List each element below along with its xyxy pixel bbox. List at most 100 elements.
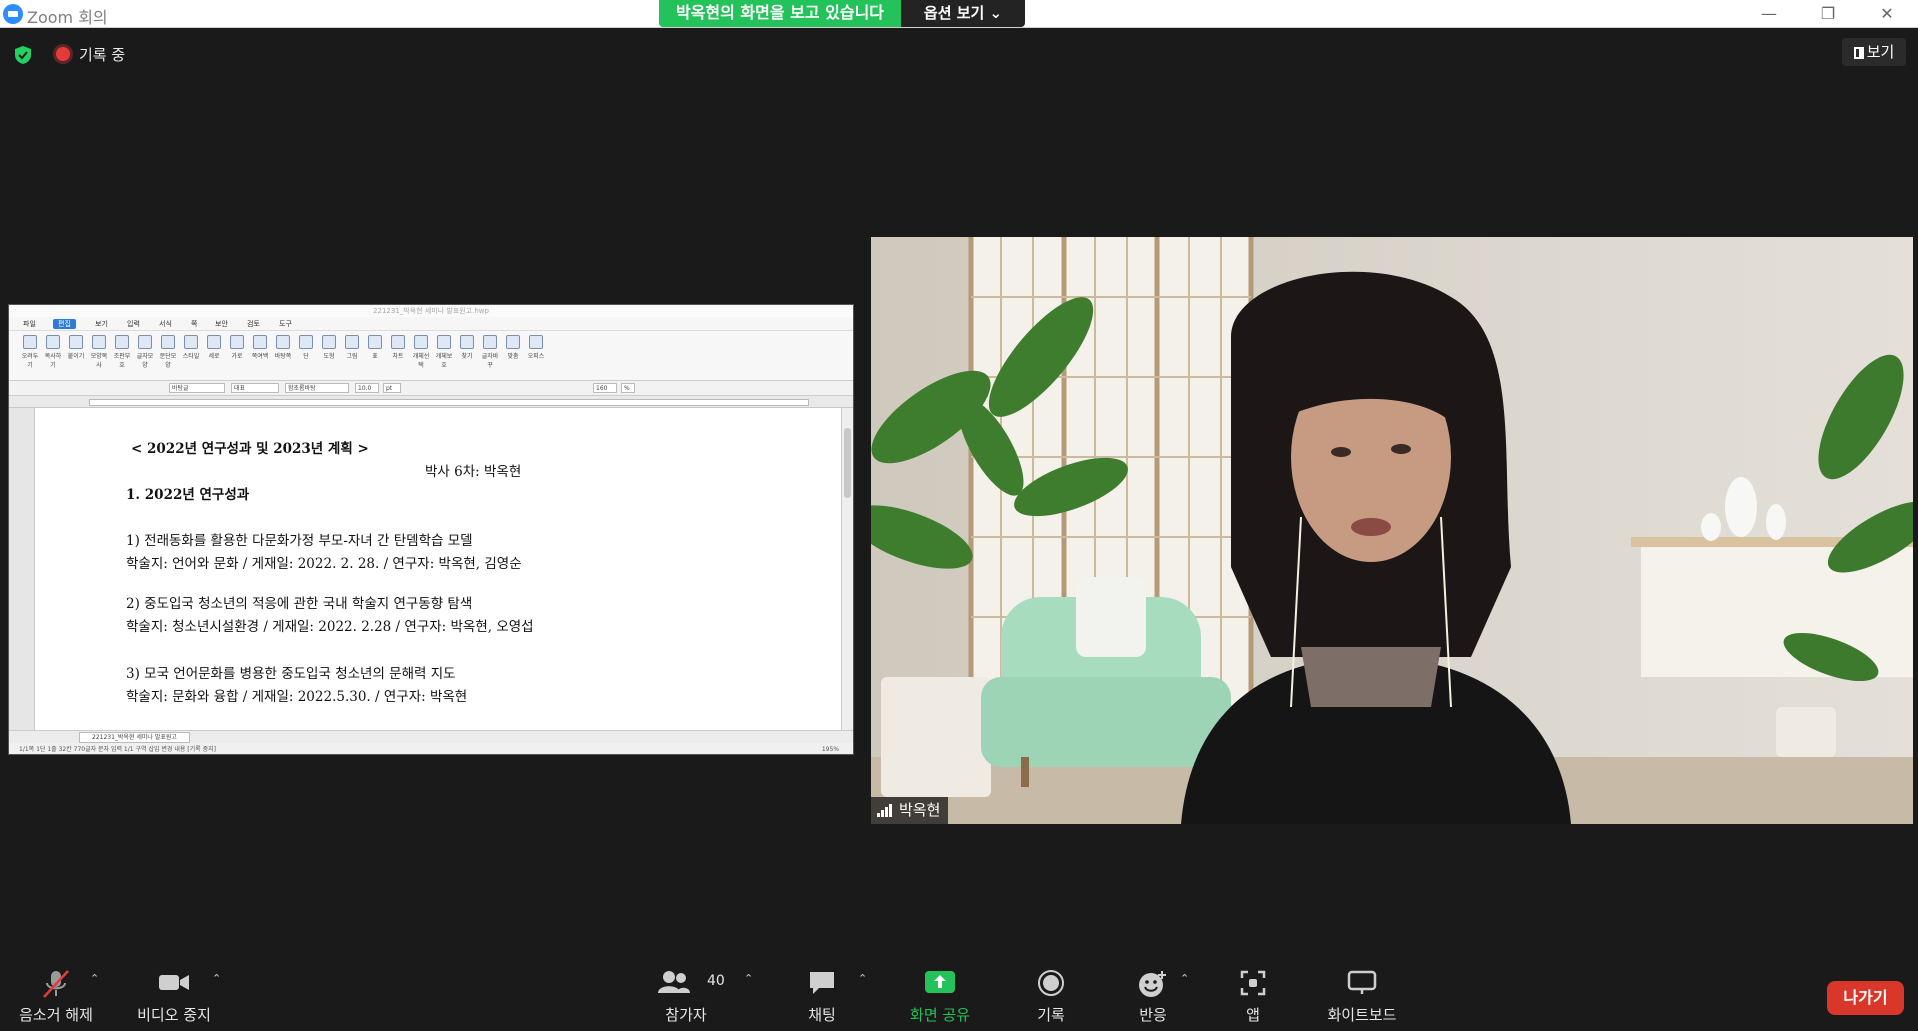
unmute-label: 음소거 해제: [19, 1006, 93, 1024]
ruler-scale: [89, 399, 809, 406]
ribbon-tool-8[interactable]: 세로: [203, 335, 225, 360]
participants-button[interactable]: 40 참가자: [650, 955, 725, 1031]
ribbon-tool-12[interactable]: 단: [295, 335, 317, 360]
ribbon-tool-icon: [92, 335, 106, 349]
document-section-title: 1. 2022년 연구성과: [126, 487, 250, 503]
zoom-meeting-window: Zoom 회의 박옥현의 화면을 보고 있습니다 옵션 보기 ⌄ — ❐ ✕ 기…: [0, 0, 1918, 1031]
shared-screen[interactable]: 221231_박옥현 세미나 발표원고.hwp 파일 편집 보기 입력 서식 쪽…: [8, 304, 854, 755]
reactions-options-caret-icon[interactable]: ⌃: [1180, 972, 1189, 985]
ribbon-tool-icon: [299, 335, 313, 349]
participant-video[interactable]: [871, 237, 1913, 824]
ribbon-tool-7[interactable]: 스타일: [180, 335, 202, 360]
hwp-menu-item[interactable]: 서식: [159, 319, 172, 329]
whiteboard-button[interactable]: 화이트보드: [1316, 955, 1408, 1031]
leave-meeting-button[interactable]: 나가기: [1827, 981, 1904, 1015]
ribbon-tool-3[interactable]: 모양복사: [88, 335, 110, 369]
ribbon-tool-label: 문단모양: [159, 353, 177, 369]
hwp-menu-item[interactable]: 입력: [127, 319, 140, 329]
view-options-button[interactable]: 옵션 보기 ⌄: [901, 0, 1025, 27]
ribbon-tool-icon: [138, 335, 152, 349]
line-spacing-unit[interactable]: %: [621, 383, 635, 393]
ribbon-tool-1[interactable]: 복사하기: [42, 335, 64, 369]
ribbon-tool-10[interactable]: 쪽여백: [249, 335, 271, 360]
restore-icon[interactable]: ❐: [1813, 2, 1843, 26]
view-layout-button[interactable]: 보기: [1842, 38, 1906, 66]
ribbon-tool-label: 스타일: [182, 353, 200, 360]
ribbon-tool-label: 조판부호: [113, 353, 131, 369]
hwp-menu-item[interactable]: 쪽: [191, 319, 197, 329]
ribbon-tool-20[interactable]: 글자바꾸: [479, 335, 501, 369]
ribbon-tool-6[interactable]: 문단모양: [157, 335, 179, 369]
language-select[interactable]: 대표: [231, 383, 279, 393]
stop-video-button[interactable]: 비디오 중지: [128, 955, 220, 1031]
ribbon-tool-label: 오피스: [527, 353, 545, 360]
ribbon-tool-2[interactable]: 붙이기: [65, 335, 87, 360]
ribbon-tool-21[interactable]: 맞춤: [502, 335, 524, 360]
scroll-thumb[interactable]: [844, 428, 851, 498]
document-page[interactable]: < 2022년 연구성과 및 2023년 계획 > 박사 6차: 박옥현 1. …: [35, 408, 843, 730]
hwp-menu-item[interactable]: 보기: [95, 319, 108, 329]
style-select[interactable]: 바탕글: [169, 383, 225, 393]
hwp-menu-item[interactable]: 검토: [247, 319, 260, 329]
ribbon-tool-4[interactable]: 조판부호: [111, 335, 133, 369]
minimize-icon[interactable]: —: [1754, 2, 1784, 26]
font-size-input[interactable]: 10.0: [355, 383, 379, 393]
ribbon-tool-22[interactable]: 오피스: [525, 335, 547, 360]
audio-options-caret-icon[interactable]: ⌃: [90, 972, 99, 985]
ribbon-tool-icon: [230, 335, 244, 349]
reactions-button[interactable]: 반응: [1120, 955, 1186, 1031]
ribbon-tool-label: 쪽여백: [251, 353, 269, 360]
ribbon-tool-label: 맞춤: [507, 353, 519, 360]
document-paper-detail: 학술지: 언어와 문화 / 게재일: 2022. 2. 28. / 연구자: 박…: [126, 556, 522, 572]
ribbon-tool-17[interactable]: 개체선택: [410, 335, 432, 369]
ribbon-tool-19[interactable]: 찾기: [456, 335, 478, 360]
hwp-menu-item[interactable]: 보안: [215, 319, 228, 329]
participant-name: 박옥현: [899, 801, 941, 819]
ribbon-tool-15[interactable]: 표: [364, 335, 386, 360]
document-scrollbar[interactable]: [841, 408, 853, 730]
share-screen-button[interactable]: 화면 공유: [898, 955, 982, 1031]
zoom-level[interactable]: 195%: [822, 743, 839, 754]
close-icon[interactable]: ✕: [1872, 2, 1902, 26]
hwp-menu-item-active[interactable]: 편집: [53, 319, 76, 329]
ribbon-tool-18[interactable]: 개체보호: [433, 335, 455, 369]
ribbon-tool-16[interactable]: 차트: [387, 335, 409, 360]
window-title: Zoom 회의: [27, 8, 108, 27]
ribbon-tool-label: 표: [372, 353, 378, 360]
hwp-ribbon: 오려두기 복사하기 붙이기 모양복사 조판부호 글자모양 문단모양 스타일 세로 가로 쪽여백 바탕쪽…: [9, 331, 853, 381]
document-tab[interactable]: 221231_박옥현 세미나 발표원고: [79, 732, 190, 743]
font-select[interactable]: 함초롬바탕: [285, 383, 349, 393]
ribbon-tool-label: 도형: [323, 353, 335, 360]
apps-icon: [1240, 970, 1266, 996]
ribbon-tool-13[interactable]: 도형: [318, 335, 340, 360]
record-button[interactable]: 기록: [1018, 955, 1084, 1031]
chat-button[interactable]: 채팅: [786, 955, 858, 1031]
view-button-label: 보기: [1866, 43, 1895, 61]
ribbon-tool-14[interactable]: 그림: [341, 335, 363, 360]
encryption-shield-icon[interactable]: [14, 45, 32, 65]
unmute-button[interactable]: 음소거 해제: [10, 955, 102, 1031]
video-options-caret-icon[interactable]: ⌃: [212, 972, 221, 985]
apps-button[interactable]: 앱: [1220, 955, 1286, 1031]
ribbon-tool-label: 오려두기: [21, 353, 39, 369]
ribbon-tool-9[interactable]: 가로: [226, 335, 248, 360]
chat-options-caret-icon[interactable]: ⌃: [858, 972, 867, 985]
hwp-menu-item[interactable]: 도구: [279, 319, 292, 329]
ribbon-tool-5[interactable]: 글자모양: [134, 335, 156, 369]
participants-options-caret-icon[interactable]: ⌃: [744, 972, 753, 985]
recording-status[interactable]: 기록 중: [79, 44, 125, 65]
line-spacing-input[interactable]: 160: [593, 383, 617, 393]
hwp-vertical-ruler: [9, 408, 35, 730]
document-author: 박사 6차: 박옥현: [425, 464, 522, 480]
document-paper-title: 1) 전래동화를 활용한 다문화가정 부모-자녀 간 탄뎀학습 모델: [126, 533, 473, 549]
ribbon-tool-11[interactable]: 바탕쪽: [272, 335, 294, 360]
ribbon-tool-icon: [506, 335, 520, 349]
ribbon-tool-icon: [253, 335, 267, 349]
ribbon-tool-label: 모양복사: [90, 353, 108, 369]
font-unit-select[interactable]: pt: [383, 383, 401, 393]
layout-icon: [1853, 47, 1864, 59]
ribbon-tool-0[interactable]: 오려두기: [19, 335, 41, 369]
hwp-menu-item[interactable]: 파일: [23, 319, 36, 329]
signal-strength-icon: [877, 804, 892, 817]
document-area[interactable]: < 2022년 연구성과 및 2023년 계획 > 박사 6차: 박옥현 1. …: [35, 408, 843, 730]
